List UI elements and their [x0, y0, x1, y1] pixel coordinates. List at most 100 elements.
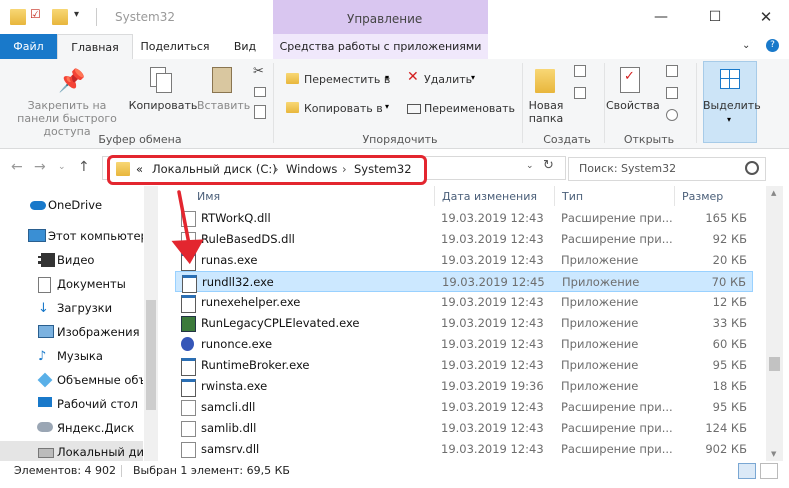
folder-icon — [10, 9, 26, 25]
file-size: 20 КБ — [712, 253, 747, 267]
open-icon[interactable] — [666, 65, 678, 77]
scroll-down-icon[interactable]: ▼ — [771, 450, 776, 458]
file-size: 92 КБ — [712, 232, 747, 246]
breadcrumb-system32[interactable]: System32 — [354, 162, 412, 176]
copy-path-icon[interactable] — [254, 87, 266, 97]
edit-icon[interactable] — [666, 87, 678, 99]
nav-item-onedrive[interactable]: OneDrive — [0, 194, 143, 216]
nav-item-documents[interactable]: Документы — [0, 273, 143, 295]
new-folder-button[interactable]: Новая папка — [525, 99, 567, 125]
column-divider[interactable] — [554, 186, 555, 206]
file-size: 18 КБ — [712, 379, 747, 393]
back-icon[interactable]: ← — [11, 159, 23, 175]
group-separator — [522, 63, 523, 143]
minimize-button[interactable]: — — [651, 8, 671, 26]
delete-dropdown-icon[interactable]: ▾ — [471, 73, 475, 82]
help-icon[interactable]: ? — [766, 39, 779, 52]
item-count: Элементов: 4 902 — [14, 464, 117, 477]
new-folder-icon[interactable] — [52, 9, 68, 25]
column-header-size[interactable]: Размер — [682, 190, 723, 203]
file-list-scrollbar[interactable]: ▲ ▼ — [766, 186, 783, 461]
nav-item-music[interactable]: ♪ Музыка — [0, 345, 143, 367]
file-row[interactable]: samsrv.dll 19.03.2019 12:43 Расширение при… — [175, 439, 753, 460]
rename-button[interactable]: Переименовать — [424, 102, 515, 115]
nav-item-downloads[interactable]: ↓ Загрузки — [0, 297, 143, 319]
copy-to-button[interactable]: Копировать в — [304, 102, 383, 115]
tab-application-tools[interactable]: Средства работы с приложениями — [273, 34, 488, 59]
address-bar[interactable]: « Локальный диск (C:) › Windows › System… — [107, 155, 427, 185]
breadcrumb-windows[interactable]: Windows — [286, 162, 337, 176]
search-icon[interactable] — [745, 161, 759, 175]
cut-icon[interactable]: ✂ — [253, 64, 264, 79]
breadcrumb-separator-icon[interactable]: › — [274, 162, 279, 176]
nav-item-this-pc[interactable]: Этот компьютер — [0, 225, 143, 247]
qat-dropdown-icon[interactable]: ▾ — [74, 9, 90, 25]
tab-view[interactable]: Вид — [225, 34, 265, 59]
column-divider[interactable] — [434, 186, 435, 206]
paste-button[interactable]: Вставить — [197, 99, 250, 112]
refresh-icon[interactable]: ↻ — [543, 158, 554, 173]
window-title: System32 — [115, 10, 176, 24]
properties-check-icon[interactable]: ☑ — [30, 7, 46, 23]
tab-home[interactable]: Главная — [57, 34, 133, 61]
scroll-up-icon[interactable]: ▲ — [771, 189, 776, 197]
nav-item-pictures[interactable]: Изображения — [0, 321, 143, 343]
file-row[interactable]: rundll32.exe 19.03.2019 12:45 Приложение 70… — [175, 271, 753, 293]
copy-icon-back — [156, 73, 172, 93]
file-row[interactable]: RuntimeBroker.exe 19.03.2019 12:43 Приложе… — [175, 355, 753, 376]
recent-dropdown-icon[interactable]: ⌄ — [58, 162, 66, 172]
breadcrumb-local-disk[interactable]: Локальный диск (C:) — [152, 162, 277, 176]
details-view-icon[interactable] — [738, 463, 756, 479]
nav-label: Яндекс.Диск — [57, 421, 135, 435]
paste-shortcut-icon[interactable] — [254, 105, 266, 119]
properties-button[interactable]: Свойства — [606, 99, 660, 112]
forward-icon[interactable]: → — [34, 159, 46, 175]
copy-button[interactable]: Копировать — [128, 99, 198, 112]
file-row[interactable]: rwinsta.exe 19.03.2019 19:36 Приложение 18 … — [175, 376, 753, 397]
column-divider[interactable] — [674, 186, 675, 206]
search-input[interactable]: Поиск: System32 — [568, 157, 766, 181]
file-row[interactable]: RunLegacyCPLElevated.exe 19.03.2019 12:43… — [175, 313, 753, 334]
tab-file[interactable]: Файл — [0, 34, 57, 59]
yandex-disk-icon — [37, 422, 53, 432]
file-row[interactable]: runas.exe 19.03.2019 12:43 Приложение 20 КБ — [175, 250, 753, 271]
column-header-type[interactable]: Тип — [562, 190, 583, 203]
file-row[interactable]: runonce.exe 19.03.2019 12:43 Приложение 60 … — [175, 334, 753, 355]
move-to-dropdown-icon[interactable]: ▾ — [385, 73, 389, 82]
pictures-icon — [38, 325, 54, 338]
status-divider — [121, 465, 122, 477]
up-icon[interactable]: ↑ — [78, 159, 90, 175]
nav-item-video[interactable]: Видео — [0, 249, 143, 271]
file-row[interactable]: samlib.dll 19.03.2019 12:43 Расширение при… — [175, 418, 753, 439]
maximize-button[interactable]: ☐ — [705, 8, 725, 26]
collapse-ribbon-icon[interactable]: ⌄ — [742, 40, 750, 51]
breadcrumb-separator-icon[interactable]: › — [342, 162, 347, 176]
music-icon: ♪ — [38, 349, 47, 364]
breadcrumb-overflow[interactable]: « — [136, 162, 143, 176]
easy-access-icon[interactable] — [574, 87, 586, 99]
move-to-button[interactable]: Переместить в — [304, 73, 390, 86]
nav-item-local-disk[interactable]: Локальный дис — [0, 441, 143, 463]
nav-item-yandex-disk[interactable]: Яндекс.Диск — [0, 417, 143, 439]
file-row[interactable]: RuleBasedDS.dll 19.03.2019 12:43 Расширени… — [175, 229, 753, 250]
large-icons-view-icon[interactable] — [760, 463, 778, 479]
file-list-scroll-thumb[interactable] — [769, 357, 780, 371]
new-item-icon[interactable] — [574, 65, 586, 77]
file-row[interactable]: RTWorkQ.dll 19.03.2019 12:43 Расширение пр… — [175, 208, 753, 229]
file-date: 19.03.2019 12:43 — [441, 253, 544, 267]
nav-item-3d-objects[interactable]: Объемные объ — [0, 369, 143, 391]
nav-scroll-thumb[interactable] — [146, 300, 156, 410]
create-group-label: Создать — [543, 133, 591, 146]
address-dropdown-icon[interactable]: ⌄ — [526, 161, 534, 171]
nav-item-desktop[interactable]: Рабочий стол — [0, 393, 143, 415]
delete-button[interactable]: Удалить — [424, 73, 472, 86]
file-size: 902 КБ — [705, 442, 747, 456]
close-button[interactable]: ✕ — [756, 8, 776, 26]
file-name: rundll32.exe — [202, 275, 274, 289]
column-header-date[interactable]: Дата изменения — [442, 190, 537, 203]
tab-share[interactable]: Поделиться — [136, 34, 214, 59]
copy-to-dropdown-icon[interactable]: ▾ — [385, 102, 389, 111]
file-row[interactable]: runexehelper.exe 19.03.2019 12:43 Приложен… — [175, 292, 753, 313]
history-icon[interactable] — [666, 109, 678, 121]
file-row[interactable]: samcli.dll 19.03.2019 12:43 Расширение при… — [175, 397, 753, 418]
